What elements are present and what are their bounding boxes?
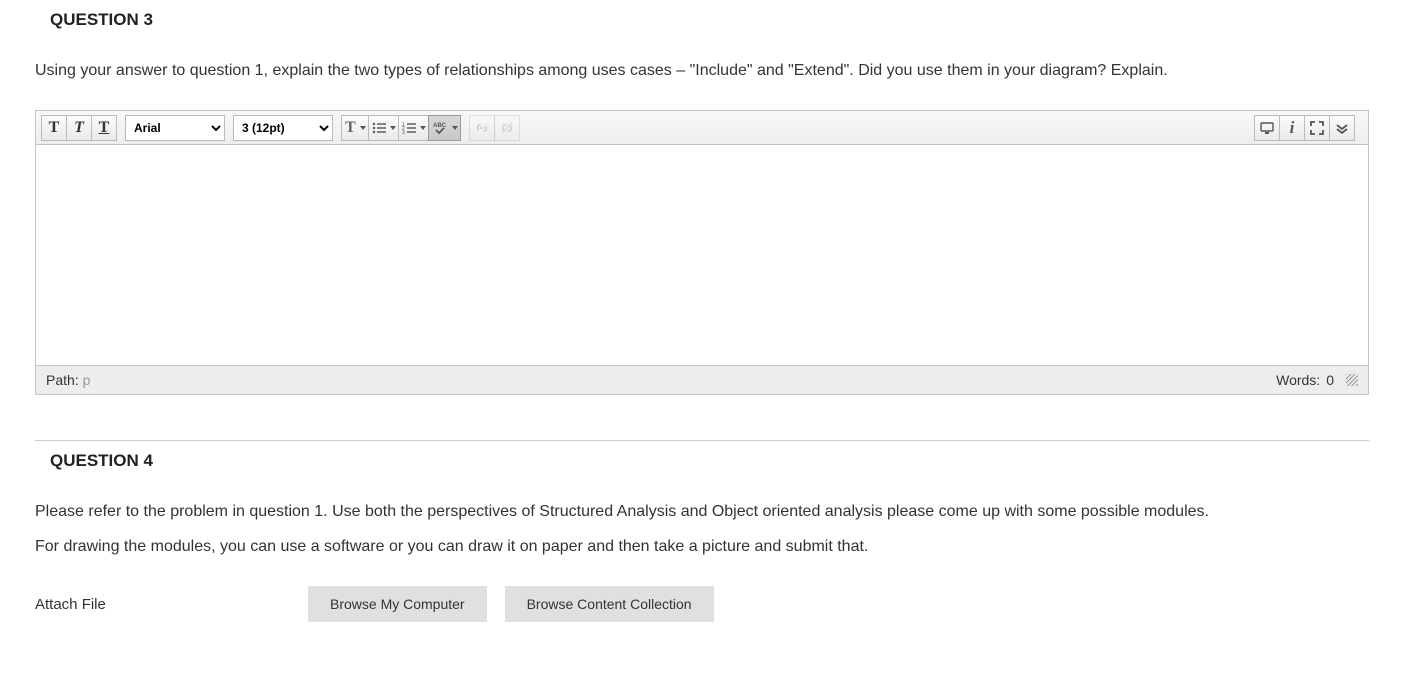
editor-toolbar: T T T Arial 3 (12pt) T: [36, 111, 1368, 145]
browse-my-computer-button[interactable]: Browse My Computer: [308, 586, 487, 622]
question-4-title: QUESTION 4: [50, 446, 1369, 471]
unlink-button: [494, 115, 520, 141]
question-3-title: QUESTION 3: [50, 5, 1369, 30]
text-color-button[interactable]: T: [341, 115, 369, 141]
fullscreen-button[interactable]: [1304, 115, 1330, 141]
browse-content-collection-button[interactable]: Browse Content Collection: [505, 586, 714, 622]
svg-text:3: 3: [402, 130, 405, 134]
attach-file-row: Attach File Browse My Computer Browse Co…: [35, 586, 1369, 622]
preview-button[interactable]: [1254, 115, 1280, 141]
path-tag: p: [83, 372, 91, 388]
svg-text:ABC: ABC: [433, 123, 447, 129]
bold-button[interactable]: T: [41, 115, 67, 141]
bullet-list-button[interactable]: [368, 115, 399, 141]
words-label: Words:: [1276, 372, 1320, 388]
rich-text-editor: T T T Arial 3 (12pt) T: [35, 110, 1369, 395]
numbered-list-button[interactable]: 123: [398, 115, 429, 141]
spellcheck-button[interactable]: ABC: [428, 115, 461, 141]
editor-status-bar: Path: p Words: 0: [36, 365, 1368, 394]
attach-file-label: Attach File: [35, 596, 290, 613]
expand-toolbar-button[interactable]: [1329, 115, 1355, 141]
words-count: 0: [1326, 372, 1334, 388]
format-group: T 123 ABC: [341, 115, 461, 141]
underline-button[interactable]: T: [91, 115, 117, 141]
view-group: i: [1254, 115, 1355, 141]
text-style-group: T T T: [41, 115, 117, 141]
link-button: [469, 115, 495, 141]
question-4-text-1: Please refer to the problem in question …: [35, 501, 1369, 523]
question-4-text-2: For drawing the modules, you can use a s…: [35, 536, 1369, 558]
link-group: [469, 115, 520, 141]
info-button[interactable]: i: [1279, 115, 1305, 141]
italic-button[interactable]: T: [66, 115, 92, 141]
question-3-block: QUESTION 3 Using your answer to question…: [0, 0, 1404, 420]
question-3-text: Using your answer to question 1, explain…: [35, 60, 1369, 82]
font-size-select[interactable]: 3 (12pt): [233, 115, 333, 141]
font-family-select[interactable]: Arial: [125, 115, 225, 141]
resize-handle[interactable]: [1346, 374, 1358, 386]
path-label: Path:: [46, 372, 83, 388]
question-4-text: Please refer to the problem in question …: [35, 501, 1369, 558]
question-4-block: QUESTION 4 Please refer to the problem i…: [0, 441, 1404, 647]
editor-textarea[interactable]: [36, 145, 1368, 365]
